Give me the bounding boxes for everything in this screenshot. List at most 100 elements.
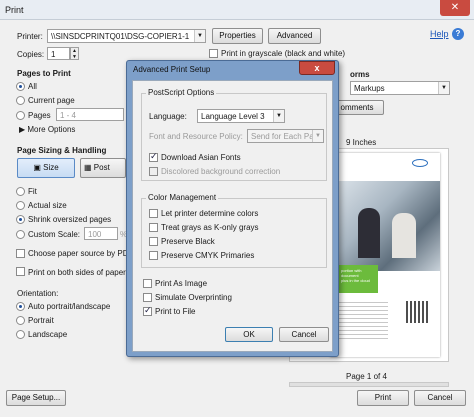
current-page-radio[interactable] xyxy=(16,96,25,105)
actual-size-radio[interactable] xyxy=(16,201,25,210)
preview-person-2 xyxy=(392,213,416,258)
preserve-cmyk-checkbox[interactable] xyxy=(149,251,158,260)
preserve-black-label: Preserve Black xyxy=(161,237,215,246)
copies-stepper[interactable]: ▲ ▼ xyxy=(70,47,79,60)
discolored-bg-checkbox[interactable] xyxy=(149,167,158,176)
treat-grays-label: Treat grays as K-only grays xyxy=(161,223,259,232)
page-navigation-bar[interactable] xyxy=(289,382,449,387)
window-title: Print xyxy=(5,5,24,15)
portrait-radio[interactable] xyxy=(16,316,25,325)
copies-input[interactable]: 1 xyxy=(47,47,70,60)
size-icon: ▣ xyxy=(33,163,44,172)
print-as-image-label: Print As Image xyxy=(155,279,208,288)
actual-size-label: Actual size xyxy=(28,201,67,210)
let-printer-checkbox[interactable] xyxy=(149,209,158,218)
chevron-down-icon: ▼ xyxy=(312,130,323,142)
advanced-print-setup-dialog: Advanced Print Setup x PostScript Option… xyxy=(126,60,339,357)
both-sides-checkbox[interactable] xyxy=(16,267,25,276)
pages-all-radio[interactable] xyxy=(16,82,25,91)
font-policy-select[interactable]: Send for Each Page ▼ xyxy=(247,129,324,143)
cancel-button[interactable]: Cancel xyxy=(414,390,466,406)
pages-all-label: All xyxy=(28,82,37,91)
download-fonts-checkbox[interactable] xyxy=(149,151,158,162)
preview-qr-code xyxy=(406,301,428,323)
dialog-close-button[interactable]: x xyxy=(299,61,335,75)
page-info: Page 1 of 4 xyxy=(346,372,387,381)
pages-range-radio[interactable] xyxy=(16,111,25,120)
custom-scale-label: Custom Scale: xyxy=(28,230,81,239)
dialog-cancel-button[interactable]: Cancel xyxy=(279,327,329,342)
advanced-button[interactable]: Advanced xyxy=(268,28,321,44)
print-to-file-checkbox[interactable] xyxy=(143,305,152,316)
help-icon[interactable]: ? xyxy=(452,28,464,40)
postscript-title: PostScript Options xyxy=(146,88,217,97)
pages-range-label: Pages xyxy=(28,111,51,120)
preserve-black-checkbox[interactable] xyxy=(149,237,158,246)
both-sides-label: Print on both sides of paper xyxy=(28,268,126,277)
preview-text-block xyxy=(338,299,388,339)
comments-title: orms xyxy=(350,70,370,79)
custom-scale-input[interactable]: 100 xyxy=(84,227,118,240)
more-options-toggle[interactable]: ▶ More Options xyxy=(19,125,75,134)
dialog-ok-button[interactable]: OK xyxy=(225,327,273,342)
shrink-label: Shrink oversized pages xyxy=(28,215,112,224)
color-management-title: Color Management xyxy=(146,193,219,202)
language-value: Language Level 3 xyxy=(201,112,265,121)
page-size-label: 9 Inches xyxy=(346,138,377,147)
window-close-button[interactable]: ✕ xyxy=(440,0,470,16)
poster-button-label: Post xyxy=(93,163,110,172)
choose-source-label: Choose paper source by PDF p xyxy=(28,249,141,258)
copies-value: 1 xyxy=(51,50,56,59)
dialog-title: Advanced Print Setup xyxy=(133,65,211,74)
simulate-overprint-checkbox[interactable] xyxy=(143,293,152,302)
pages-range-value: 1 - 4 xyxy=(60,111,77,120)
print-button[interactable]: Print xyxy=(357,390,409,406)
orientation-title: Orientation: xyxy=(17,289,59,298)
download-fonts-label: Download Asian Fonts xyxy=(161,153,241,162)
properties-button[interactable]: Properties xyxy=(212,28,263,44)
help-link[interactable]: Help xyxy=(430,29,449,39)
auto-orientation-radio[interactable] xyxy=(16,302,25,311)
pages-to-print-title: Pages to Print xyxy=(17,69,71,78)
print-to-file-label: Print to File xyxy=(155,307,196,316)
portrait-label: Portrait xyxy=(28,316,54,325)
chevron-down-icon: ▼ xyxy=(194,30,205,42)
page-setup-button[interactable]: Page Setup... xyxy=(6,390,66,406)
markups-select[interactable]: Markups ▼ xyxy=(350,81,450,95)
auto-orientation-label: Auto portrait/landscape xyxy=(28,302,111,311)
simulate-overprint-label: Simulate Overprinting xyxy=(155,293,232,302)
preview-page: portion with document plus in the cloud xyxy=(330,153,440,357)
grayscale-checkbox[interactable] xyxy=(209,49,218,58)
language-select[interactable]: Language Level 3 ▼ xyxy=(197,109,285,123)
custom-scale-radio[interactable] xyxy=(16,230,25,239)
let-printer-label: Let printer determine colors xyxy=(161,209,259,218)
window-title-bar xyxy=(0,0,474,20)
preview-logo xyxy=(412,159,428,167)
printer-label: Printer: xyxy=(17,32,43,41)
printer-select[interactable]: \\SINSDCPRINTQ01\DSG-COPIER1-1 ▼ xyxy=(47,29,206,43)
chevron-down-icon: ▼ xyxy=(438,82,449,94)
grayscale-label: Print in grayscale (black and white) xyxy=(221,49,346,58)
close-icon: x xyxy=(314,63,320,73)
current-page-label: Current page xyxy=(28,96,75,105)
preview-person-1 xyxy=(358,208,380,258)
dialog-body: PostScript Options Language: Language Le… xyxy=(132,80,333,352)
custom-scale-value: 100 xyxy=(88,230,102,239)
choose-source-checkbox[interactable] xyxy=(16,249,25,258)
landscape-label: Landscape xyxy=(28,330,68,339)
discolored-bg-label: Discolored background correction xyxy=(161,167,281,176)
markups-value: Markups xyxy=(354,84,385,93)
shrink-radio[interactable] xyxy=(16,215,25,224)
treat-grays-checkbox[interactable] xyxy=(149,223,158,232)
size-button[interactable]: ▣ Size xyxy=(17,158,75,178)
preview-photo xyxy=(330,181,440,271)
fit-radio[interactable] xyxy=(16,187,25,196)
size-button-label: Size xyxy=(43,163,59,172)
poster-icon: ▦ xyxy=(84,163,94,172)
print-as-image-checkbox[interactable] xyxy=(143,279,152,288)
pages-range-input[interactable]: 1 - 4 xyxy=(56,108,124,121)
poster-button[interactable]: ▦ Post xyxy=(80,158,126,178)
landscape-radio[interactable] xyxy=(16,330,25,339)
printer-value: \\SINSDCPRINTQ01\DSG-COPIER1-1 xyxy=(51,32,190,41)
page-sizing-title: Page Sizing & Handling xyxy=(17,146,107,155)
